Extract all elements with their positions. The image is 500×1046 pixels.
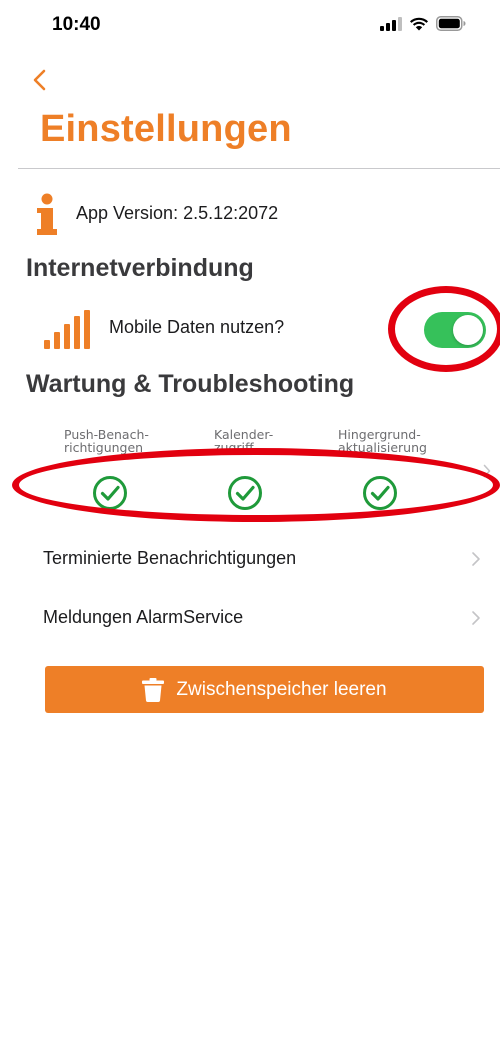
status-icons <box>380 16 466 31</box>
check-circle-icon <box>363 476 397 510</box>
list-item-label: Terminierte Benachrichtigungen <box>43 548 297 568</box>
toggle-knob <box>453 315 483 345</box>
clear-cache-button[interactable]: Zwischenspeicher leeren <box>45 666 484 713</box>
cellular-signal-icon <box>380 16 402 31</box>
mobile-data-label: Mobile Daten nutzen? <box>109 317 285 337</box>
chevron-right-icon <box>472 552 480 566</box>
check-circle-icon <box>93 476 127 510</box>
title-divider <box>18 168 500 169</box>
trash-icon <box>142 677 165 702</box>
permission-label-push: Push-Benach- richtigungen <box>64 428 149 454</box>
permission-label-line2: aktualisierung <box>338 440 427 455</box>
permission-label-line2: richtigungen <box>64 440 144 455</box>
page-title: Einstellungen <box>40 108 292 150</box>
permission-label-line2: zugriff <box>214 440 254 455</box>
list-item-scheduled-notifications[interactable]: Terminierte Benachrichtigungen <box>0 539 500 579</box>
list-item-label: Meldungen AlarmService <box>43 607 244 627</box>
chevron-left-icon <box>33 69 46 91</box>
battery-icon <box>436 16 466 31</box>
section-header-internet: Internetverbindung <box>26 254 254 282</box>
mobile-data-toggle[interactable] <box>424 312 486 348</box>
info-icon <box>37 193 57 235</box>
wifi-icon <box>410 17 428 31</box>
status-time: 10:40 <box>52 14 101 35</box>
permission-label-background: Hingergrund- aktualisierung <box>338 428 427 454</box>
check-circle-icon <box>228 476 262 510</box>
signal-bars-icon <box>44 310 90 349</box>
list-item-alarm-service-messages[interactable]: Meldungen AlarmService <box>0 598 500 638</box>
clear-cache-label: Zwischenspeicher leeren <box>176 678 387 700</box>
section-header-maintenance: Wartung & Troubleshooting <box>26 370 355 398</box>
permissions-row[interactable]: Push-Benach- richtigungen Kalender- zugr… <box>0 428 500 512</box>
back-button[interactable] <box>30 64 54 98</box>
app-version-text: App Version: 2.5.12:2072 <box>76 203 279 223</box>
chevron-right-icon <box>483 464 491 478</box>
permission-label-calendar: Kalender- zugriff <box>214 428 273 454</box>
chevron-right-icon <box>472 611 480 625</box>
